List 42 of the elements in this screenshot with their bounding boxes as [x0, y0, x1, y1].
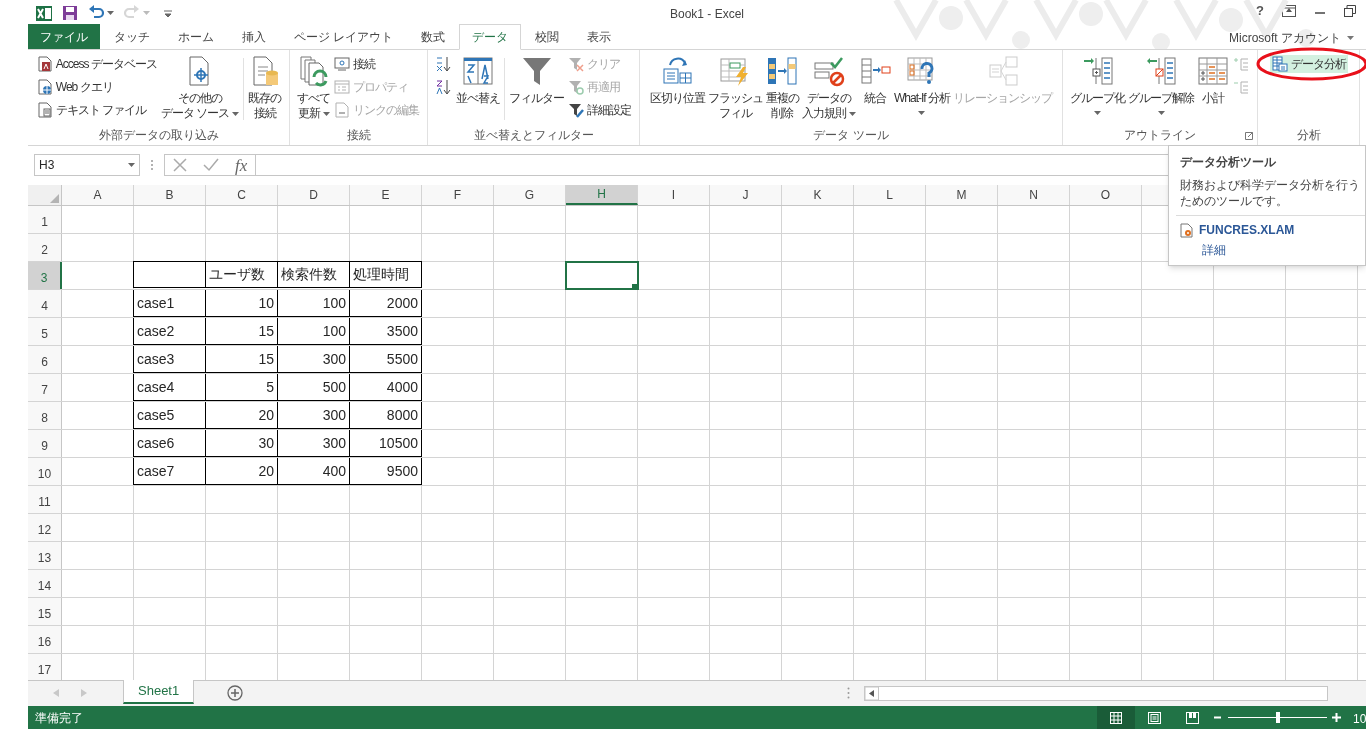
add-in-file-name: FUNCRES.XLAM	[1199, 222, 1295, 239]
table-cell: 500	[278, 374, 350, 401]
table-cell: 4000	[350, 374, 422, 401]
table-cell: 300	[278, 430, 350, 457]
table-cell: 5	[206, 374, 278, 401]
table-cell: case6	[133, 430, 206, 457]
table-cell: 20	[206, 402, 278, 429]
group-label: データ ツール	[813, 127, 889, 144]
table-cell: 10500	[350, 430, 422, 457]
table-cell: 100	[278, 318, 350, 345]
table-cell: case7	[133, 458, 206, 485]
table-cell: ユーザ数	[206, 261, 278, 288]
table-cell: 10	[206, 290, 278, 317]
table-cell: 9500	[350, 458, 422, 485]
group-label: 外部データの取り込み	[98, 127, 219, 144]
table-cell: 15	[206, 346, 278, 373]
group-label: 接続	[346, 127, 371, 144]
table-cell: case5	[133, 402, 206, 429]
table-cell: 8000	[350, 402, 422, 429]
table-cell: case4	[133, 374, 206, 401]
tooltip-description: 財務および科学データ分析を行うためのツールです。	[1180, 177, 1361, 209]
table-cell: case3	[133, 346, 206, 373]
table-cell: case1	[133, 290, 206, 317]
table-cell: 30	[206, 430, 278, 457]
table-cell: 15	[206, 318, 278, 345]
table-cell: case2	[133, 318, 206, 345]
tooltip-title: データ分析ツール	[1180, 154, 1277, 171]
window-title: Book1 - Excel	[670, 6, 745, 23]
table-cell: 処理時間	[350, 261, 422, 288]
table-cell: 検索件数	[278, 261, 350, 288]
group-label: 並べ替えとフィルター	[473, 127, 594, 144]
table-cell: 20	[206, 458, 278, 485]
table-cell: 400	[278, 458, 350, 485]
status-text: 準備完了	[35, 709, 83, 727]
table-cell: 2000	[350, 290, 422, 317]
group-label: 分析	[1296, 127, 1321, 144]
table-cell: 5500	[350, 346, 422, 373]
table-cell: 3500	[350, 318, 422, 345]
group-label: アウトライン	[1124, 127, 1196, 144]
table-cell: 100	[278, 290, 350, 317]
table-cell: 300	[278, 346, 350, 373]
table-cell: 300	[278, 402, 350, 429]
